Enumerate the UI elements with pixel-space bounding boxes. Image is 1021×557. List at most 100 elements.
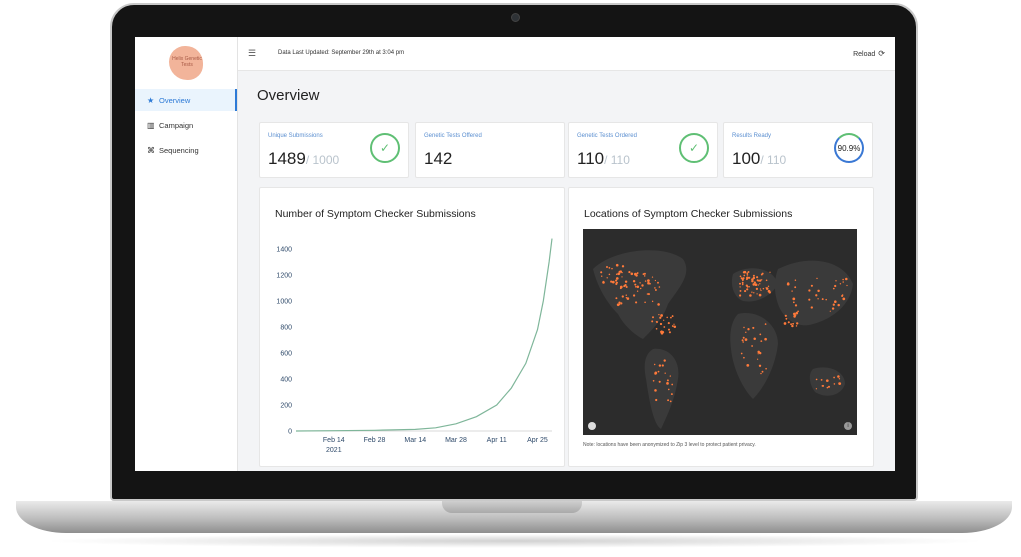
location-dot (742, 341, 744, 343)
location-dot (792, 322, 795, 325)
sidebar-item-overview[interactable]: ★ Overview (135, 89, 237, 111)
location-dot (655, 321, 658, 323)
sidebar-nav: ★ Overview ▥ Campaign ⌘ Sequencing (135, 89, 237, 164)
location-dot (753, 337, 756, 341)
location-dot (827, 379, 829, 382)
location-dot (761, 272, 764, 275)
check-circle-icon: ✓ (679, 133, 709, 163)
location-dot (760, 289, 762, 292)
location-dot (815, 378, 818, 381)
location-dot (657, 281, 659, 284)
location-dot (659, 322, 663, 326)
location-dot (808, 298, 811, 301)
location-dot (839, 283, 842, 285)
location-dot (671, 383, 674, 386)
x-tick-label: Mar 14 (404, 437, 426, 444)
location-dot (815, 294, 818, 297)
location-dot (810, 306, 813, 309)
location-dot (829, 310, 831, 312)
location-dot (669, 375, 671, 377)
x-tick-label: Apr 11 (487, 437, 507, 444)
location-dot (615, 277, 619, 280)
location-dot (666, 382, 669, 385)
logo[interactable]: Helix Genetic Tests (169, 46, 203, 80)
dna-icon: ⌘ (147, 145, 155, 155)
location-dot (747, 328, 750, 331)
location-dot (668, 328, 670, 331)
world-map-svg (593, 250, 853, 429)
location-dot (621, 295, 624, 298)
location-dot (628, 271, 631, 274)
location-dot (826, 386, 829, 389)
menu-toggle-icon[interactable]: ☰ (248, 48, 256, 59)
location-dot (659, 330, 663, 333)
location-dot (757, 350, 760, 354)
location-dot (816, 277, 818, 280)
location-dot (832, 303, 835, 306)
sidebar-item-campaign[interactable]: ▥ Campaign (135, 114, 237, 136)
location-dot (630, 272, 634, 276)
location-dot (761, 370, 764, 373)
location-dot (838, 382, 842, 385)
location-dot (751, 345, 753, 347)
location-dot (625, 294, 628, 296)
mapbox-logo-icon[interactable] (588, 422, 596, 430)
location-dot (761, 279, 763, 281)
stat-label: Genetic Tests Ordered (577, 133, 637, 139)
location-dot (787, 321, 790, 324)
y-tick-label: 200 (280, 403, 292, 410)
location-dot (615, 279, 618, 282)
location-dot (674, 326, 676, 328)
location-dot (600, 271, 603, 274)
location-dot (615, 263, 619, 267)
location-dot (808, 289, 811, 292)
x-tick-label: Feb 28 (364, 437, 386, 444)
location-dot (820, 379, 823, 381)
location-dot (610, 280, 613, 283)
location-dot (658, 364, 662, 367)
location-dot (749, 294, 752, 297)
world-map[interactable]: i (583, 229, 857, 435)
location-dot (670, 393, 673, 396)
location-dot (739, 275, 742, 278)
y-tick-label: 1200 (276, 273, 292, 280)
location-dot (743, 356, 745, 359)
stat-value: 100/ 110 (732, 149, 786, 169)
location-dot (837, 303, 840, 307)
location-dot (611, 267, 613, 270)
location-dot (639, 287, 642, 290)
info-icon[interactable]: i (844, 422, 852, 430)
stat-value: 1489/ 1000 (268, 149, 339, 169)
location-dot (756, 293, 758, 295)
location-dot (786, 282, 790, 286)
location-dot (764, 337, 767, 341)
location-dot (759, 283, 761, 285)
stat-value: 110/ 110 (577, 149, 630, 169)
bar-chart-icon: ▥ (147, 120, 155, 130)
location-dot (746, 364, 750, 367)
location-dot (606, 277, 608, 279)
reload-button[interactable]: Reload ⟳ (853, 49, 885, 58)
location-dot (740, 352, 743, 355)
location-dot (740, 277, 743, 280)
location-dot (842, 297, 846, 301)
location-dot (669, 400, 672, 403)
stat-target: / 110 (760, 153, 787, 167)
location-dot (791, 290, 793, 292)
stat-target: / 1000 (305, 153, 340, 167)
location-dot (626, 297, 630, 300)
location-dot (751, 291, 753, 293)
y-tick-label: 1400 (276, 247, 292, 254)
stat-target: / 110 (604, 153, 630, 167)
location-dot (666, 316, 668, 319)
location-dot (667, 399, 670, 402)
location-dot (739, 282, 741, 285)
location-dot (765, 279, 768, 282)
location-dot (757, 353, 759, 355)
location-dot (794, 279, 797, 281)
location-dot (658, 286, 661, 288)
location-dot (747, 271, 750, 273)
location-dot (745, 331, 747, 334)
sidebar-item-sequencing[interactable]: ⌘ Sequencing (135, 139, 237, 161)
location-dot (748, 286, 750, 288)
